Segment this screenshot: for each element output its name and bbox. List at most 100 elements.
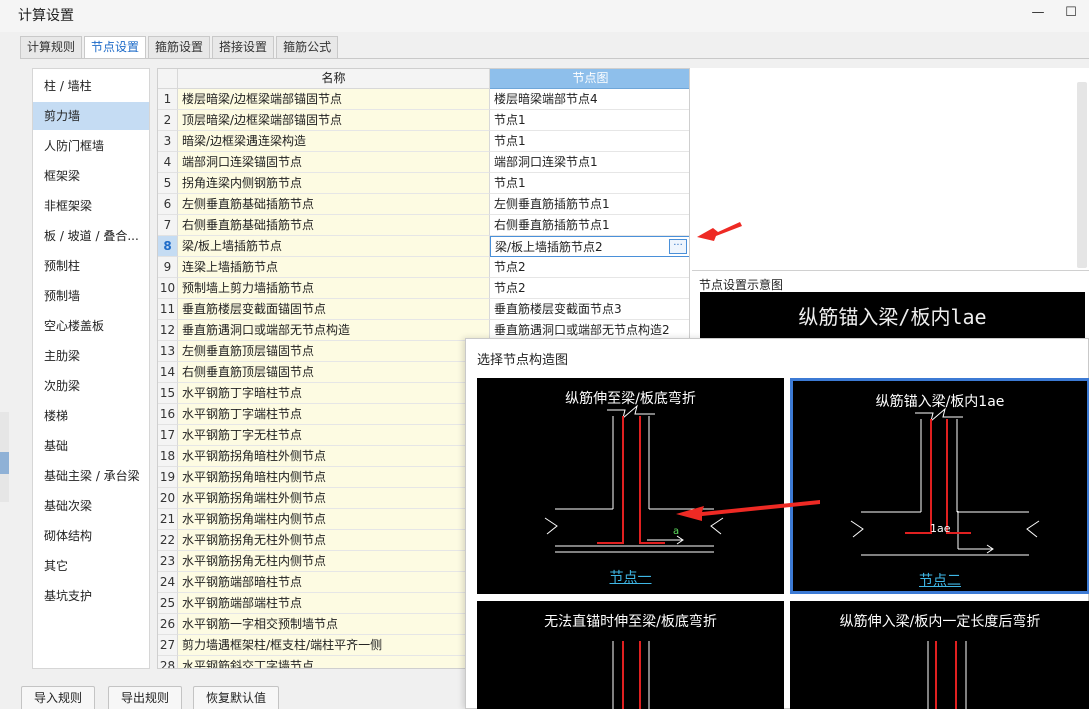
- category-item-foundation[interactable]: 基础: [33, 432, 149, 460]
- row-node-cell[interactable]: 右侧垂直筋插筋节点1: [490, 215, 689, 236]
- row-node-value: 楼层暗梁端部节点4: [494, 92, 598, 106]
- category-item-main-rib-beam[interactable]: 主肋梁: [33, 342, 149, 370]
- row-number: 15: [158, 383, 178, 404]
- row-node-cell[interactable]: 左侧垂直筋插筋节点1: [490, 194, 689, 215]
- row-number: 26: [158, 614, 178, 635]
- node-card-link[interactable]: 节点二: [793, 570, 1087, 590]
- export-rules-button[interactable]: 导出规则: [108, 686, 183, 709]
- row-name-cell: 楼层暗梁/边框梁端部锚固节点: [178, 89, 490, 110]
- tab-stirrup-settings[interactable]: 箍筋设置: [148, 36, 211, 58]
- node-card-2[interactable]: 纵筋锚入梁/板内1ae 1ae 节点二: [790, 378, 1089, 594]
- row-node-cell[interactable]: 节点1: [490, 131, 689, 152]
- row-node-cell[interactable]: 节点1: [490, 173, 689, 194]
- category-item-precast-wall[interactable]: 预制墙: [33, 282, 149, 310]
- row-name-cell: 水平钢筋丁字端柱节点: [178, 404, 490, 425]
- table-row[interactable]: 10 预制墙上剪力墙插筋节点 节点2: [158, 278, 689, 299]
- table-row[interactable]: 5 拐角连梁内侧钢筋节点 节点1: [158, 173, 689, 194]
- row-node-cell[interactable]: 节点2: [490, 278, 689, 299]
- row-number: 25: [158, 593, 178, 614]
- row-name-cell: 水平钢筋拐角暗柱内侧节点: [178, 467, 490, 488]
- row-number: 11: [158, 299, 178, 320]
- category-item-stairs[interactable]: 楼梯: [33, 402, 149, 430]
- category-item-foundation-main-beam[interactable]: 基础主梁 / 承台梁: [33, 462, 149, 490]
- restore-defaults-button[interactable]: 恢复默认值: [193, 686, 280, 709]
- tab-lap-settings[interactable]: 搭接设置: [212, 36, 275, 58]
- category-item-column[interactable]: 柱 / 墙柱: [33, 72, 149, 100]
- title-bar: 计算设置 — ☐: [0, 0, 1089, 32]
- table-row[interactable]: 11 垂直筋楼层变截面锚固节点 垂直筋楼层变截面节点3: [158, 299, 689, 320]
- row-number: 22: [158, 530, 178, 551]
- row-number: 14: [158, 362, 178, 383]
- row-number: 13: [158, 341, 178, 362]
- row-name-cell: 端部洞口连梁锚固节点: [178, 152, 490, 173]
- settings-tabs: 计算规则 节点设置 箍筋设置 搭接设置 箍筋公式: [20, 36, 340, 58]
- preview-image: 纵筋锚入梁/板内lae: [700, 292, 1085, 342]
- row-name-cell: 水平钢筋拐角暗柱外侧节点: [178, 446, 490, 467]
- category-item-precast-column[interactable]: 预制柱: [33, 252, 149, 280]
- row-node-cell[interactable]: 节点1: [490, 110, 689, 131]
- minimize-icon[interactable]: —: [1026, 2, 1050, 24]
- table-row[interactable]: 7 右侧垂直筋基础插筋节点 右侧垂直筋插筋节点1: [158, 215, 689, 236]
- row-node-value: 节点1: [494, 176, 526, 190]
- category-item-foundation-secondary-beam[interactable]: 基础次梁: [33, 492, 149, 520]
- category-list: 柱 / 墙柱 剪力墙 人防门框墙 框架梁 非框架梁 板 / 坡道 / 叠合...…: [32, 68, 150, 669]
- row-node-value: 右侧垂直筋插筋节点1: [494, 218, 610, 232]
- category-item-non-frame-beam[interactable]: 非框架梁: [33, 192, 149, 220]
- row-number: 7: [158, 215, 178, 236]
- row-name-cell: 左侧垂直筋顶层锚固节点: [178, 341, 490, 362]
- row-number: 12: [158, 320, 178, 341]
- category-item-secondary-rib-beam[interactable]: 次肋梁: [33, 372, 149, 400]
- popup-title: 选择节点构造图: [477, 353, 569, 368]
- row-number: 3: [158, 131, 178, 152]
- table-row[interactable]: 3 暗梁/边框梁遇连梁构造 节点1: [158, 131, 689, 152]
- right-scrollbar[interactable]: [1077, 82, 1087, 268]
- tab-stirrup-formula[interactable]: 箍筋公式: [276, 36, 339, 58]
- node-card-link[interactable]: 节点一: [477, 567, 784, 587]
- row-name-cell: 顶层暗梁/边框梁端部锚固节点: [178, 110, 490, 131]
- row-name-cell: 水平钢筋拐角端柱外侧节点: [178, 488, 490, 509]
- row-name-cell: 水平钢筋拐角端柱内侧节点: [178, 509, 490, 530]
- table-row[interactable]: 2 顶层暗梁/边框梁端部锚固节点 节点1: [158, 110, 689, 131]
- row-number: 27: [158, 635, 178, 656]
- row-number: 10: [158, 278, 178, 299]
- row-node-cell[interactable]: 梁/板上墙插筋节点2 ···: [490, 236, 689, 257]
- category-item-shear-wall[interactable]: 剪力墙: [33, 102, 149, 130]
- row-node-cell[interactable]: 端部洞口连梁节点1: [490, 152, 689, 173]
- table-row[interactable]: 8 梁/板上墙插筋节点 梁/板上墙插筋节点2 ···: [158, 236, 689, 257]
- row-node-cell[interactable]: 楼层暗梁端部节点4: [490, 89, 689, 110]
- node-diagram-2-icon: 1ae: [850, 407, 1040, 556]
- maximize-icon[interactable]: ☐: [1059, 2, 1083, 24]
- table-row[interactable]: 9 连梁上墙插筋节点 节点2: [158, 257, 689, 278]
- import-rules-button[interactable]: 导入规则: [21, 686, 96, 709]
- table-row[interactable]: 4 端部洞口连梁锚固节点 端部洞口连梁节点1: [158, 152, 689, 173]
- row-name-cell: 垂直筋遇洞口或端部无节点构造: [178, 320, 490, 341]
- node-diagram-1-icon: a: [544, 404, 724, 553]
- tab-calc-rules[interactable]: 计算规则: [20, 36, 83, 58]
- node-card-1[interactable]: 纵筋伸至梁/板底弯折 a 节点一: [477, 378, 784, 594]
- table-row[interactable]: 1 楼层暗梁/边框梁端部锚固节点 楼层暗梁端部节点4: [158, 89, 689, 110]
- row-name-cell: 梁/板上墙插筋节点: [178, 236, 490, 257]
- table-row[interactable]: 6 左侧垂直筋基础插筋节点 左侧垂直筋插筋节点1: [158, 194, 689, 215]
- row-number: 8: [158, 236, 178, 257]
- row-node-cell[interactable]: 节点2: [490, 257, 689, 278]
- row-name-cell: 右侧垂直筋基础插筋节点: [178, 215, 490, 236]
- select-node-popup: 选择节点构造图 纵筋伸至梁/板底弯折 a 节点一 纵筋锚入梁/板内1ae 1ae…: [465, 338, 1089, 709]
- row-number: 18: [158, 446, 178, 467]
- row-node-value: 节点1: [494, 134, 526, 148]
- row-name-cell: 水平钢筋丁字无柱节点: [178, 425, 490, 446]
- preview-caption: 纵筋锚入梁/板内lae: [798, 305, 987, 329]
- category-item-hollow-floor-slab[interactable]: 空心楼盖板: [33, 312, 149, 340]
- row-number: 19: [158, 467, 178, 488]
- row-name-cell: 暗梁/边框梁遇连梁构造: [178, 131, 490, 152]
- more-options-button[interactable]: ···: [669, 239, 687, 254]
- category-item-slab[interactable]: 板 / 坡道 / 叠合...: [33, 222, 149, 250]
- category-item-civil-defense-door-wall[interactable]: 人防门框墙: [33, 132, 149, 160]
- category-item-frame-beam[interactable]: 框架梁: [33, 162, 149, 190]
- category-item-pit-support[interactable]: 基坑支护: [33, 582, 149, 610]
- row-name-cell: 水平钢筋端部端柱节点: [178, 593, 490, 614]
- category-item-masonry[interactable]: 砌体结构: [33, 522, 149, 550]
- row-node-cell[interactable]: 垂直筋楼层变截面节点3: [490, 299, 689, 320]
- row-number: 21: [158, 509, 178, 530]
- category-item-other[interactable]: 其它: [33, 552, 149, 580]
- tab-node-settings[interactable]: 节点设置: [84, 36, 147, 58]
